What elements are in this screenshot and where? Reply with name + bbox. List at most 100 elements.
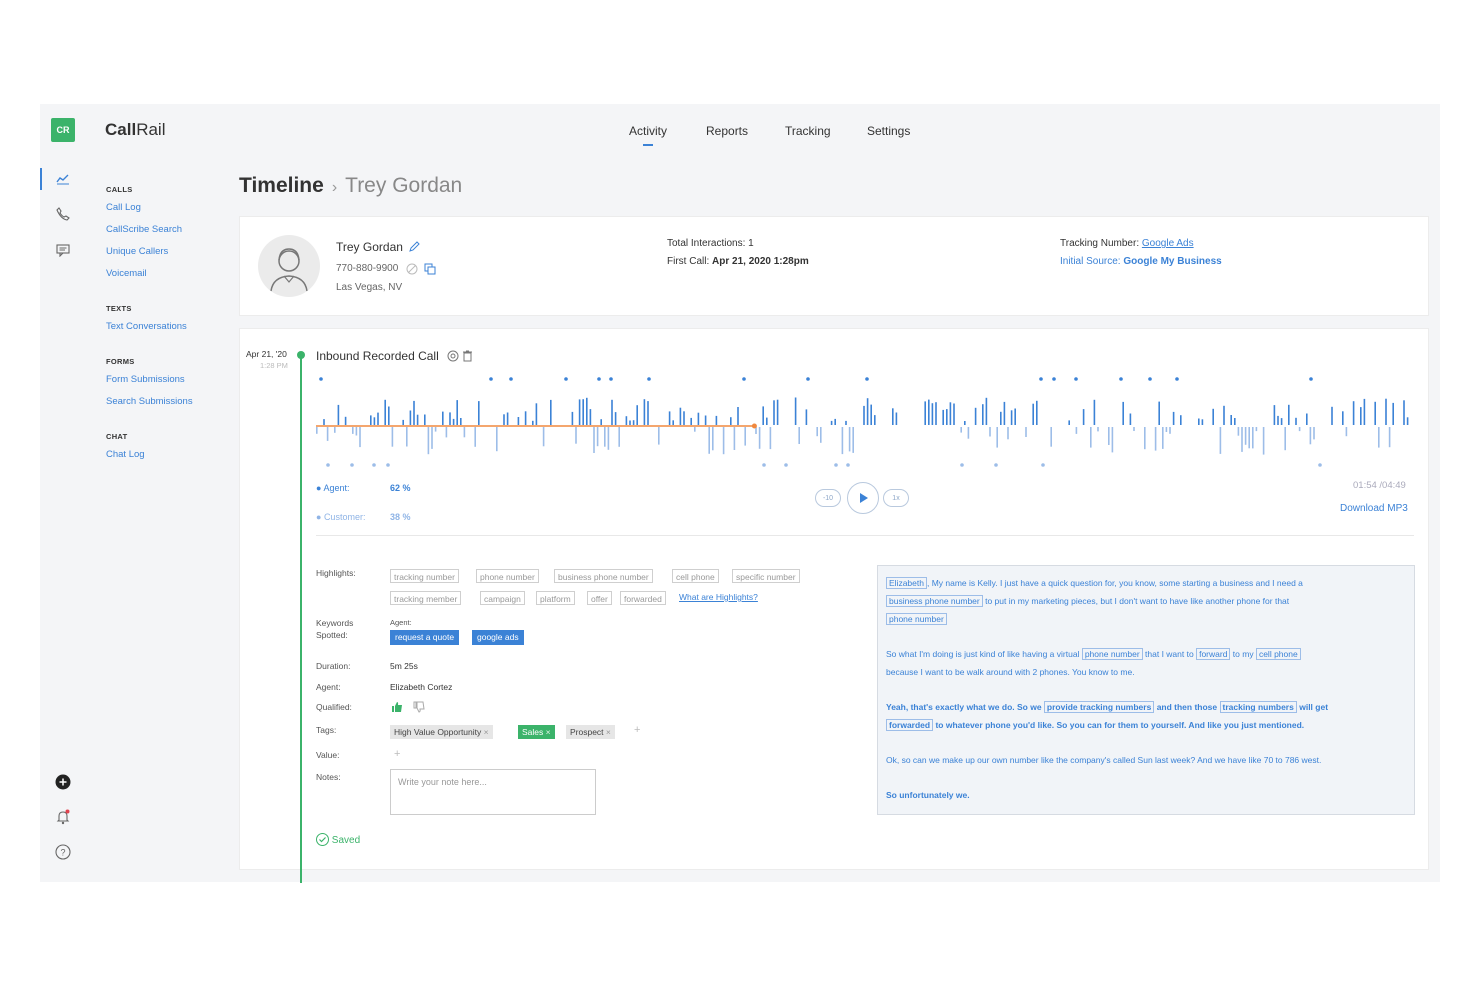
help-icon[interactable]: ? — [54, 843, 72, 861]
nav-text-conversations[interactable]: Text Conversations — [106, 321, 187, 332]
edit-pencil-icon[interactable] — [408, 240, 420, 258]
remove-tag-icon[interactable]: × — [546, 727, 551, 737]
phone-icon[interactable] — [54, 205, 72, 223]
breadcrumb-timeline[interactable]: Timeline — [239, 174, 324, 197]
agent-legend: ● Agent: — [316, 483, 350, 493]
tab-settings[interactable]: Settings — [867, 124, 910, 138]
value-label: Value: — [316, 750, 340, 760]
keywords-label: Keywords — [316, 618, 354, 628]
breadcrumb-current: Trey Gordan — [345, 174, 463, 197]
nav-voicemail[interactable]: Voicemail — [106, 268, 147, 279]
highlight-tag[interactable]: tracking number — [390, 569, 459, 583]
playback-time: 01:54 /04:49 — [1353, 480, 1406, 491]
transcript-line: So what I'm doing is just kind of like h… — [886, 648, 1301, 660]
plus-circle-icon[interactable] — [54, 773, 72, 791]
total-interactions: Total Interactions: 1 — [667, 238, 754, 249]
message-icon[interactable] — [54, 241, 72, 259]
keywords-agent-label: Agent: — [390, 618, 412, 627]
block-icon[interactable] — [406, 262, 418, 280]
timeline-line — [300, 353, 302, 883]
contact-location: Las Vegas, NV — [336, 282, 403, 293]
initial-source-link[interactable]: Google My Business — [1123, 256, 1221, 267]
keyword-chip[interactable]: google ads — [472, 630, 524, 645]
tab-tracking[interactable]: Tracking — [785, 124, 831, 138]
trash-icon[interactable] — [462, 349, 473, 367]
play-button[interactable] — [847, 482, 879, 514]
add-value-button[interactable]: + — [394, 748, 400, 760]
bell-icon[interactable] — [54, 808, 72, 826]
check-circle-icon — [316, 833, 329, 846]
transcript-line: forwarded to whatever phone you'd like. … — [886, 719, 1304, 731]
nav-unique-callers[interactable]: Unique Callers — [106, 246, 168, 257]
highlight-tag[interactable]: business phone number — [554, 569, 653, 583]
breadcrumb-separator: › — [331, 179, 338, 196]
nav-search-submissions[interactable]: Search Submissions — [106, 396, 193, 407]
highlights-label: Highlights: — [316, 568, 356, 578]
rail-active-indicator — [40, 168, 42, 190]
copy-icon[interactable] — [424, 262, 437, 280]
avatar — [258, 235, 320, 297]
highlight-tag[interactable]: offer — [587, 591, 612, 605]
divider — [316, 535, 1414, 536]
agent-value: Elizabeth Cortez — [390, 682, 453, 692]
rewind-button[interactable]: -10 — [815, 489, 841, 507]
remove-tag-icon[interactable]: × — [606, 727, 611, 737]
transcript-line: Elizabeth, My name is Kelly. I just have… — [886, 577, 1303, 589]
download-mp3-link[interactable]: Download MP3 — [1340, 503, 1408, 514]
duration-value: 5m 25s — [390, 661, 418, 671]
transcript-line: Ok, so can we make up our own number lik… — [886, 755, 1322, 765]
share-icon[interactable] — [447, 349, 459, 367]
transcript-line: Yeah, that's exactly what we do. So we p… — [886, 701, 1329, 713]
thumbs-down-icon[interactable] — [413, 700, 425, 718]
timeline-dot — [297, 351, 305, 359]
qualified-label: Qualified: — [316, 702, 352, 712]
breadcrumb: Timeline › Trey Gordan — [239, 174, 462, 198]
highlight-tag[interactable]: cell phone — [672, 569, 719, 583]
keywords-label-2: Spotted: — [316, 630, 348, 640]
customer-percent: 38 % — [390, 512, 411, 522]
highlight-tag[interactable]: specific number — [732, 569, 800, 583]
notes-textarea[interactable]: Write your note here... — [390, 769, 596, 815]
remove-tag-icon[interactable]: × — [484, 727, 489, 737]
playhead-handle[interactable] — [751, 423, 757, 429]
brand-name: CallRail — [105, 120, 166, 139]
highlights-help-link[interactable]: What are Highlights? — [679, 592, 758, 602]
nav-heading-chat: CHAT — [106, 432, 128, 441]
tag-chip[interactable]: High Value Opportunity × — [390, 725, 493, 739]
highlight-tag[interactable]: campaign — [480, 591, 525, 605]
highlight-tag[interactable]: phone number — [476, 569, 539, 583]
add-tag-button[interactable]: + — [634, 724, 640, 736]
icon-rail: CR ? — [40, 104, 88, 882]
transcript-line: phone number — [886, 613, 947, 625]
side-navigation: CallRail CALLS Call Log CallScribe Searc… — [88, 104, 230, 882]
callrail-logo: CR — [51, 118, 75, 142]
contact-phone: 770-880-9900 — [336, 263, 399, 274]
tracking-number-link[interactable]: Google Ads — [1142, 238, 1194, 249]
speed-button[interactable]: 1x — [883, 489, 909, 507]
analytics-icon[interactable] — [54, 170, 72, 188]
first-call: First Call: Apr 21, 2020 1:28pm — [667, 256, 809, 267]
tag-chip[interactable]: Prospect × — [566, 725, 615, 739]
nav-form-submissions[interactable]: Form Submissions — [106, 374, 185, 385]
tab-reports[interactable]: Reports — [706, 124, 748, 138]
saved-status: Saved — [316, 833, 360, 846]
contact-card: Trey Gordan 770-880-9900 Las Vegas, NV T… — [239, 216, 1429, 316]
initial-source: Initial Source: Google My Business — [1060, 256, 1222, 267]
highlight-tag[interactable]: tracking member — [390, 591, 462, 605]
call-date: Apr 21, '20 — [246, 349, 287, 359]
highlight-tag[interactable]: platform — [536, 591, 575, 605]
call-title: Inbound Recorded Call — [316, 349, 439, 363]
nav-call-log[interactable]: Call Log — [106, 202, 141, 213]
tracking-number: Tracking Number: Google Ads — [1060, 238, 1194, 249]
transcript-panel: Elizabeth, My name is Kelly. I just have… — [877, 565, 1415, 815]
nav-heading-calls: CALLS — [106, 185, 133, 194]
keyword-chip[interactable]: request a quote — [390, 630, 460, 645]
thumbs-up-icon[interactable] — [391, 700, 403, 718]
transcript-line: So unfortunately we. — [886, 790, 970, 800]
tab-activity[interactable]: Activity — [629, 124, 667, 146]
waveform-player[interactable] — [316, 375, 1412, 479]
tag-chip[interactable]: Sales × — [518, 725, 555, 739]
highlight-tag[interactable]: forwarded — [620, 591, 666, 605]
nav-callscribe-search[interactable]: CallScribe Search — [106, 224, 182, 235]
nav-chat-log[interactable]: Chat Log — [106, 449, 145, 460]
